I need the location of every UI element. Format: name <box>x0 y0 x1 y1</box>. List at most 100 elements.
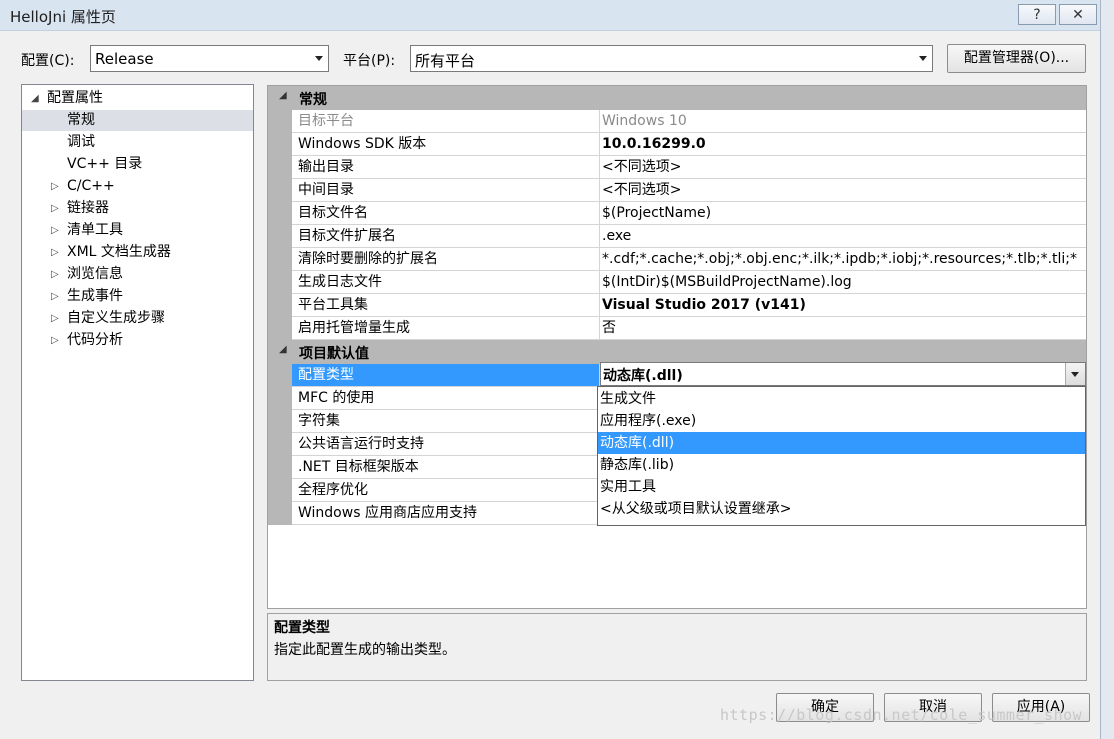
tree-item[interactable]: ▷ 浏览信息 <box>22 264 253 285</box>
property-row[interactable]: 启用托管增量生成否 <box>268 317 1086 340</box>
property-name[interactable]: 平台工具集 <box>292 294 600 317</box>
property-name[interactable]: 生成日志文件 <box>292 271 600 294</box>
grid-category-title: 常规 <box>299 92 327 108</box>
collapsed-triangle-icon[interactable]: ▷ <box>51 242 59 263</box>
tree-item[interactable]: 调试 <box>22 132 253 153</box>
ok-button[interactable]: 确定 <box>776 693 874 722</box>
row-gutter <box>268 433 292 456</box>
property-name[interactable]: MFC 的使用 <box>292 387 600 410</box>
close-icon: ✕ <box>1072 7 1084 23</box>
property-name[interactable]: 输出目录 <box>292 156 600 179</box>
property-row[interactable]: 清除时要删除的扩展名 *.cdf;*.cache;*.obj;*.obj.enc;… <box>268 248 1086 271</box>
tree-item-label: 代码分析 <box>67 332 123 348</box>
dropdown-option[interactable]: <从父级或项目默认设置继承> <box>598 498 1085 520</box>
dropdown-option[interactable]: 动态库(.dll) <box>598 432 1085 454</box>
row-gutter <box>268 317 292 340</box>
row-gutter <box>268 502 292 525</box>
background-window-edge <box>1100 0 1114 739</box>
config-combo[interactable]: Release <box>90 45 329 72</box>
row-gutter <box>268 133 292 156</box>
property-value[interactable]: <不同选项> <box>600 179 1086 202</box>
tree-item[interactable]: ▷ 自定义生成步骤 <box>22 308 253 329</box>
property-name[interactable]: 目标平台 <box>292 110 600 133</box>
dropdown-option[interactable]: 静态库(.lib) <box>598 454 1085 476</box>
expanded-triangle-icon: ◢ <box>279 344 287 355</box>
property-row[interactable]: 目标文件扩展名 .exe <box>268 225 1086 248</box>
property-row[interactable]: Windows SDK 版本 10.0.16299.0 <box>268 133 1086 156</box>
property-name[interactable]: 中间目录 <box>292 179 600 202</box>
property-value[interactable]: 否 <box>600 317 1086 340</box>
property-name[interactable]: 全程序优化 <box>292 479 600 502</box>
property-value[interactable]: Visual Studio 2017 (v141) <box>600 294 1086 317</box>
help-button[interactable]: ? <box>1018 4 1056 25</box>
property-name[interactable]: 字符集 <box>292 410 600 433</box>
description-pane: 配置类型 指定此配置生成的输出类型。 <box>267 613 1087 681</box>
collapsed-triangle-icon[interactable]: ▷ <box>51 308 59 329</box>
collapsed-triangle-icon[interactable]: ▷ <box>51 286 59 307</box>
config-manager-button[interactable]: 配置管理器(O)... <box>947 44 1086 73</box>
grid-category[interactable]: ◢ 常规 <box>268 86 1086 110</box>
tree-item-label: 浏览信息 <box>67 266 123 282</box>
tree-root[interactable]: ◢ 配置属性 <box>22 88 253 109</box>
row-gutter <box>268 410 292 433</box>
help-icon: ? <box>1033 7 1041 23</box>
property-name[interactable]: Windows 应用商店应用支持 <box>292 502 600 525</box>
property-name[interactable]: 目标文件扩展名 <box>292 225 600 248</box>
config-type-value: 动态库(.dll) <box>603 368 683 384</box>
property-value[interactable]: .exe <box>600 225 1086 248</box>
chevron-down-icon <box>919 56 927 61</box>
row-gutter <box>268 248 292 271</box>
dropdown-button[interactable] <box>1065 363 1085 385</box>
tree-item[interactable]: ▷ XML 文档生成器 <box>22 242 253 263</box>
property-value[interactable]: Windows 10 <box>600 110 1086 133</box>
dropdown-option[interactable]: 生成文件 <box>598 388 1085 410</box>
config-label: 配置(C): <box>21 53 75 69</box>
property-name[interactable]: 启用托管增量生成 <box>292 317 600 340</box>
property-value[interactable]: <不同选项> <box>600 156 1086 179</box>
collapsed-triangle-icon[interactable]: ▷ <box>51 198 59 219</box>
property-row[interactable]: 平台工具集 Visual Studio 2017 (v141) <box>268 294 1086 317</box>
property-value[interactable]: 10.0.16299.0 <box>600 133 1086 156</box>
title-bar <box>0 0 1100 31</box>
property-name[interactable]: 目标文件名 <box>292 202 600 225</box>
row-gutter <box>268 156 292 179</box>
property-value[interactable]: $(ProjectName) <box>600 202 1086 225</box>
tree-item-label: 自定义生成步骤 <box>67 310 165 326</box>
property-name[interactable]: .NET 目标框架版本 <box>292 456 600 479</box>
property-row[interactable]: 目标文件名 $(ProjectName) <box>268 202 1086 225</box>
platform-combo[interactable]: 所有平台 <box>410 45 933 72</box>
tree-item-label: 清单工具 <box>67 222 123 238</box>
property-row[interactable]: 中间目录 <不同选项> <box>268 179 1086 202</box>
collapsed-triangle-icon[interactable]: ▷ <box>51 176 59 197</box>
tree-item[interactable]: ▷ 代码分析 <box>22 330 253 351</box>
grid-category[interactable]: ◢ 项目默认值 <box>268 340 1086 364</box>
tree-root-label: 配置属性 <box>47 90 103 106</box>
property-value[interactable]: *.cdf;*.cache;*.obj;*.obj.enc;*.ilk;*.ip… <box>600 248 1086 271</box>
property-row[interactable]: 目标平台 Windows 10 <box>268 110 1086 133</box>
collapsed-triangle-icon[interactable]: ▷ <box>51 220 59 241</box>
collapsed-triangle-icon[interactable]: ▷ <box>51 330 59 351</box>
tree-item[interactable]: ▷ 生成事件 <box>22 286 253 307</box>
tree-item-label: 调试 <box>67 134 95 150</box>
property-value[interactable]: $(IntDir)$(MSBuildProjectName).log <box>600 271 1086 294</box>
tree-item[interactable]: ▷ C/C++ <box>22 176 253 197</box>
config-type-combo[interactable]: 动态库(.dll) <box>600 362 1086 386</box>
collapsed-triangle-icon[interactable]: ▷ <box>51 264 59 285</box>
row-gutter <box>268 202 292 225</box>
close-button[interactable]: ✕ <box>1059 4 1097 25</box>
property-row[interactable]: 生成日志文件 $(IntDir)$(MSBuildProjectName).log <box>268 271 1086 294</box>
property-name[interactable]: Windows SDK 版本 <box>292 133 600 156</box>
property-name[interactable]: 公共语言运行时支持 <box>292 433 600 456</box>
property-row[interactable]: 输出目录 <不同选项> <box>268 156 1086 179</box>
cancel-button[interactable]: 取消 <box>884 693 982 722</box>
dropdown-option[interactable]: 应用程序(.exe) <box>598 410 1085 432</box>
platform-value: 所有平台 <box>415 52 476 70</box>
tree-item[interactable]: ▷ 清单工具 <box>22 220 253 241</box>
property-name[interactable]: 配置类型 <box>292 364 600 387</box>
tree-item[interactable]: ▷ 链接器 <box>22 198 253 219</box>
apply-button[interactable]: 应用(A) <box>992 693 1090 722</box>
dropdown-option[interactable]: 实用工具 <box>598 476 1085 498</box>
tree-item[interactable]: 常规 <box>22 110 253 131</box>
tree-item[interactable]: VC++ 目录 <box>22 154 253 175</box>
property-name[interactable]: 清除时要删除的扩展名 <box>292 248 600 271</box>
